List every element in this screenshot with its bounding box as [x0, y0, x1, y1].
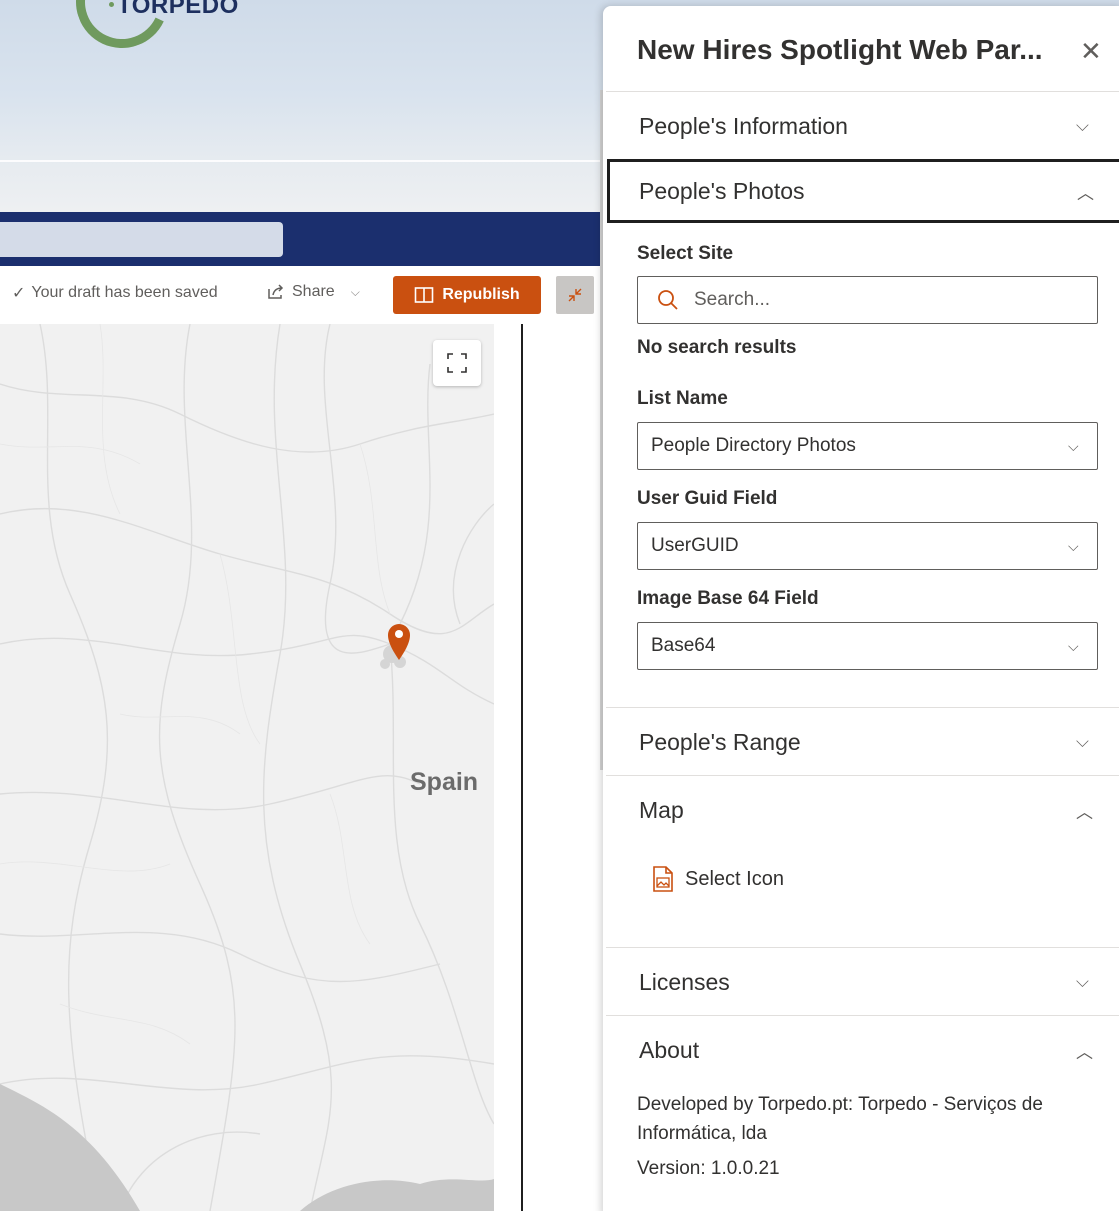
map-country-label: Spain	[410, 768, 479, 796]
group-label: About	[639, 1036, 700, 1063]
collapse-button[interactable]	[556, 276, 594, 314]
search-icon	[658, 290, 678, 310]
chevron-down-icon: ⌵	[350, 284, 360, 299]
draft-status-text: Your draft has been saved	[31, 284, 218, 301]
group-people-information[interactable]: People's Information ⌵	[606, 93, 1119, 159]
divider	[606, 707, 1119, 708]
group-people-photos[interactable]: People's Photos ︿	[607, 159, 1119, 223]
chevron-down-icon: ⌵	[1076, 116, 1089, 135]
group-about[interactable]: About ︿	[606, 1017, 1119, 1083]
no-results-message: No search results	[637, 337, 797, 358]
divider	[606, 91, 1119, 92]
user-guid-field-label: User Guid Field	[637, 488, 778, 509]
list-name-value: People Directory Photos	[651, 435, 856, 456]
select-site-label: Select Site	[637, 243, 734, 264]
group-label: Map	[639, 796, 684, 823]
group-label: Licenses	[639, 968, 730, 995]
chevron-down-icon: ⌵	[1068, 537, 1079, 554]
chevron-up-icon: ︿	[1076, 802, 1093, 822]
share-button[interactable]: Share ⌵	[266, 283, 360, 301]
banner-divider	[0, 160, 610, 162]
about-version-text: Version: 1.0.0.21	[637, 1158, 780, 1179]
fullscreen-icon	[447, 353, 467, 373]
chevron-down-icon: ⌵	[1076, 732, 1089, 751]
draft-status: ✓ Your draft has been saved	[12, 283, 218, 303]
group-people-range[interactable]: People's Range ⌵	[606, 709, 1119, 775]
close-icon[interactable]: ✕	[1080, 38, 1102, 64]
checkmark-icon: ✓	[12, 285, 26, 302]
logo-dot	[109, 2, 114, 7]
collapse-arrows-icon	[568, 288, 582, 302]
image-base64-field-dropdown[interactable]: Base64 ⌵	[637, 622, 1098, 670]
image-file-icon	[653, 866, 673, 892]
chevron-up-icon: ︿	[1077, 183, 1094, 203]
select-icon-label: Select Icon	[685, 867, 784, 890]
section-divider	[521, 324, 523, 1211]
list-name-label: List Name	[637, 388, 728, 409]
republish-label: Republish	[442, 286, 520, 303]
fullscreen-button[interactable]	[433, 340, 481, 386]
image-base64-field-value: Base64	[651, 635, 716, 656]
pane-title: New Hires Spotlight Web Par...	[637, 34, 1043, 65]
divider	[606, 1015, 1119, 1016]
select-icon-button[interactable]: Select Icon	[651, 866, 784, 892]
share-label: Share	[292, 283, 335, 300]
user-guid-field-dropdown[interactable]: UserGUID ⌵	[637, 522, 1098, 570]
group-label: People's Photos	[639, 177, 805, 204]
share-icon	[268, 284, 284, 299]
group-label: People's Information	[639, 112, 848, 139]
site-logo-text[interactable]: TORPEDO	[117, 0, 239, 20]
book-icon	[415, 287, 434, 303]
group-map[interactable]: Map ︿	[606, 777, 1119, 843]
list-name-dropdown[interactable]: People Directory Photos ⌵	[637, 422, 1098, 470]
chevron-up-icon: ︿	[1076, 1042, 1093, 1062]
republish-button[interactable]: Republish	[393, 276, 541, 314]
group-label: People's Range	[639, 728, 801, 755]
site-search-input[interactable]: Search...	[637, 276, 1098, 324]
divider	[606, 947, 1119, 948]
group-licenses[interactable]: Licenses ⌵	[606, 949, 1119, 1015]
search-placeholder: Search...	[694, 289, 771, 310]
image-base64-field-label: Image Base 64 Field	[637, 588, 819, 609]
chevron-down-icon: ⌵	[1068, 437, 1079, 454]
user-guid-field-value: UserGUID	[651, 535, 739, 556]
chevron-down-icon: ⌵	[1068, 637, 1079, 654]
about-developer-text: Developed by Torpedo.pt: Torpedo - Servi…	[637, 1094, 1043, 1144]
chevron-down-icon: ⌵	[1076, 972, 1089, 991]
divider	[606, 775, 1119, 776]
suite-search-box[interactable]	[0, 222, 283, 257]
